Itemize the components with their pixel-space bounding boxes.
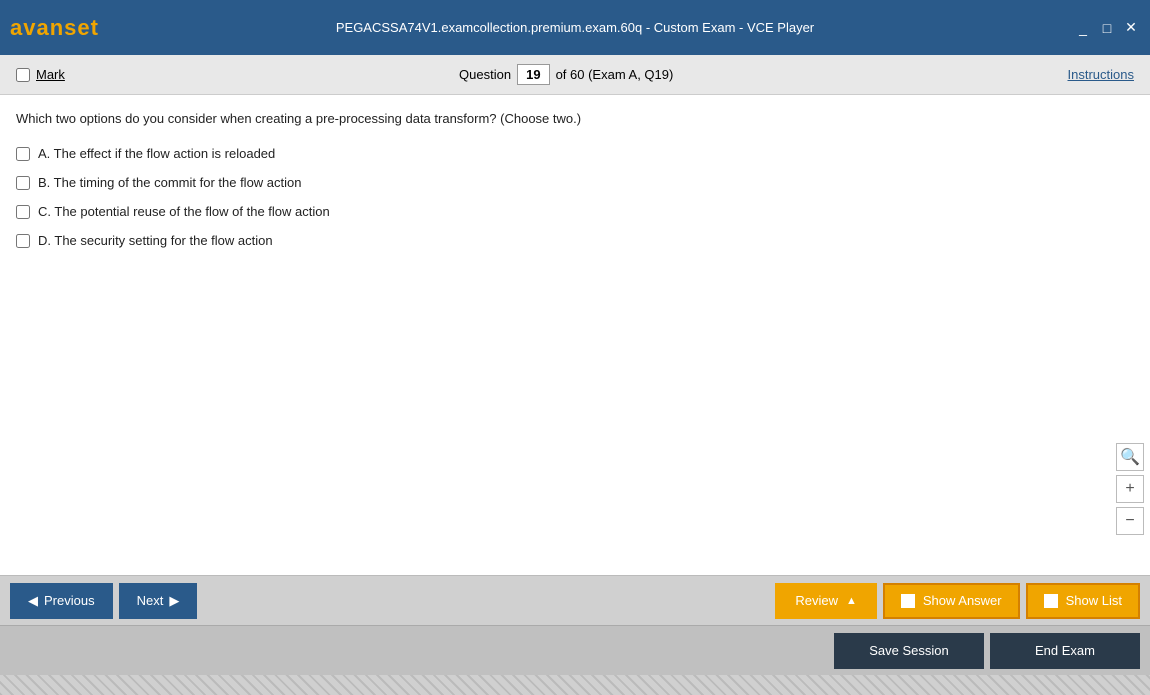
- bottom-actions: Save Session End Exam: [0, 625, 1150, 675]
- show-list-icon: [1044, 594, 1058, 608]
- content-area: Which two options do you consider when c…: [0, 95, 1150, 575]
- answer-checkbox-c[interactable]: [16, 205, 30, 219]
- show-answer-label: Show Answer: [923, 593, 1002, 608]
- end-exam-button[interactable]: End Exam: [990, 633, 1140, 669]
- question-text: Which two options do you consider when c…: [16, 111, 1134, 126]
- question-nav: Question 19 of 60 (Exam A, Q19): [459, 64, 673, 85]
- answer-option-a: A. The effect if the flow action is relo…: [16, 146, 1134, 161]
- bottom-nav: ◀ Previous Next ▶ Review ▲ Show Answer S…: [0, 575, 1150, 625]
- zoom-in-icon: +: [1125, 480, 1134, 498]
- zoom-in-button[interactable]: +: [1116, 475, 1144, 503]
- previous-label: Previous: [44, 593, 95, 608]
- answer-checkbox-a[interactable]: [16, 147, 30, 161]
- mark-checkbox[interactable]: [16, 68, 30, 82]
- answer-option-d: D. The security setting for the flow act…: [16, 233, 1134, 248]
- question-bar: Mark Question 19 of 60 (Exam A, Q19) Ins…: [0, 55, 1150, 95]
- window-title: PEGACSSA74V1.examcollection.premium.exam…: [336, 20, 814, 35]
- question-total: of 60 (Exam A, Q19): [556, 67, 674, 82]
- instructions-link[interactable]: Instructions: [1068, 67, 1134, 82]
- right-tools: 🔍 + −: [1116, 443, 1144, 535]
- bottom-pattern: [0, 675, 1150, 695]
- answer-text-c: C. The potential reuse of the flow of th…: [38, 204, 330, 219]
- answer-text-a: A. The effect if the flow action is relo…: [38, 146, 275, 161]
- question-number-box: 19: [517, 64, 549, 85]
- next-arrow-icon: ▶: [169, 593, 179, 609]
- minimize-button[interactable]: _: [1074, 19, 1092, 37]
- search-icon: 🔍: [1120, 447, 1140, 467]
- logo-text-accent: set: [64, 15, 99, 40]
- answer-checkbox-d[interactable]: [16, 234, 30, 248]
- mark-area: Mark: [16, 67, 65, 82]
- save-session-button[interactable]: Save Session: [834, 633, 984, 669]
- answer-checkbox-b[interactable]: [16, 176, 30, 190]
- zoom-out-button[interactable]: −: [1116, 507, 1144, 535]
- show-answer-icon: [901, 594, 915, 608]
- prev-arrow-icon: ◀: [28, 593, 38, 609]
- answer-text-d: D. The security setting for the flow act…: [38, 233, 273, 248]
- review-button[interactable]: Review ▲: [775, 583, 877, 619]
- next-button[interactable]: Next ▶: [119, 583, 198, 619]
- review-arrow-icon: ▲: [846, 595, 857, 607]
- logo-text-main: avan: [10, 15, 64, 40]
- window-controls: _ □ ✕: [1074, 19, 1140, 37]
- question-label: Question: [459, 67, 511, 82]
- show-answer-button[interactable]: Show Answer: [883, 583, 1020, 619]
- app-logo: avanset: [10, 15, 99, 41]
- answer-option-c: C. The potential reuse of the flow of th…: [16, 204, 1134, 219]
- answer-option-b: B. The timing of the commit for the flow…: [16, 175, 1134, 190]
- maximize-button[interactable]: □: [1098, 19, 1116, 37]
- answer-text-b: B. The timing of the commit for the flow…: [38, 175, 302, 190]
- zoom-out-icon: −: [1125, 512, 1134, 530]
- review-label: Review: [795, 593, 838, 608]
- close-button[interactable]: ✕: [1122, 19, 1140, 37]
- mark-label[interactable]: Mark: [36, 67, 65, 82]
- search-button[interactable]: 🔍: [1116, 443, 1144, 471]
- show-list-button[interactable]: Show List: [1026, 583, 1140, 619]
- next-label: Next: [137, 593, 164, 608]
- title-bar: avanset PEGACSSA74V1.examcollection.prem…: [0, 0, 1150, 55]
- show-list-label: Show List: [1066, 593, 1122, 608]
- previous-button[interactable]: ◀ Previous: [10, 583, 113, 619]
